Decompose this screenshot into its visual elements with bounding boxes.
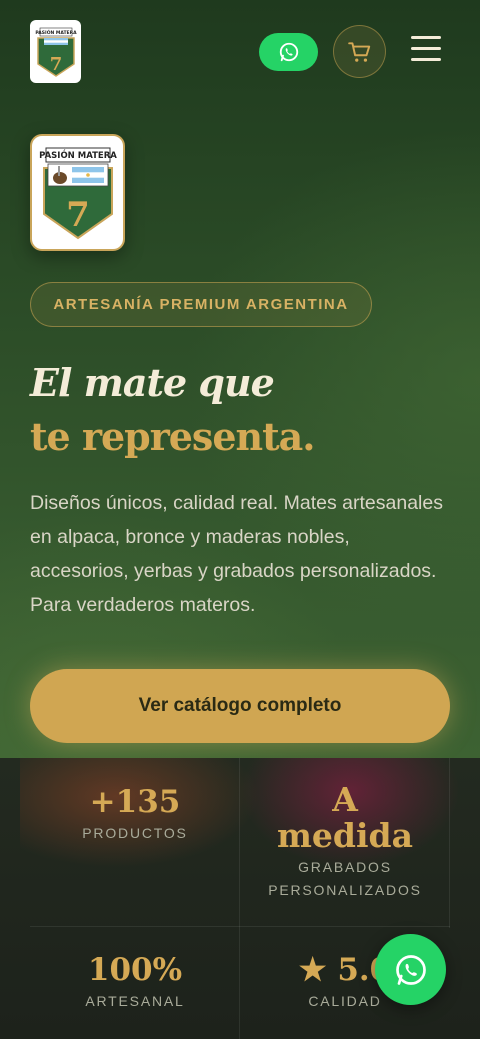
hero-section: PASIÓN MATERA 7 PASIÓN MATERA 7 ARTESANÍ… <box>0 0 480 760</box>
menu-button[interactable] <box>408 36 444 66</box>
stat-custom-value-line-2: medida <box>277 816 413 855</box>
cart-button[interactable] <box>333 25 386 78</box>
hero-description: Diseños únicos, calidad real. Mates arte… <box>30 492 443 616</box>
menu-icon <box>411 36 441 39</box>
divider <box>30 926 450 927</box>
svg-text:7: 7 <box>66 195 90 235</box>
svg-text:7: 7 <box>49 54 62 75</box>
whatsapp-floating-button[interactable] <box>375 934 446 1005</box>
headline-line-2: te representa. <box>30 414 316 459</box>
stat-custom-label-line-1: GRABADOS <box>298 859 392 875</box>
premium-badge: ARTESANÍA PREMIUM ARGENTINA <box>30 282 372 327</box>
logo-large: PASIÓN MATERA 7 <box>30 134 125 251</box>
svg-text:PASIÓN MATERA: PASIÓN MATERA <box>35 29 77 36</box>
stat-products-value: +135 <box>89 784 181 820</box>
headline-line-1: El mate que <box>30 360 275 405</box>
stat-handmade-label: ARTESANAL <box>85 993 185 1009</box>
cart-icon <box>347 41 370 62</box>
top-bar: PASIÓN MATERA 7 <box>0 0 480 104</box>
stat-custom-label-line-2: PERSONALIZADOS <box>268 882 422 898</box>
logo-badge-icon: PASIÓN MATERA 7 <box>35 27 77 77</box>
logo-badge-icon: PASIÓN MATERA 7 <box>39 147 117 239</box>
stat-custom-value-line-1: A <box>332 780 358 819</box>
svg-text:PASIÓN MATERA: PASIÓN MATERA <box>39 149 117 161</box>
stat-handmade-value: 100% <box>87 952 183 988</box>
whatsapp-header-button[interactable] <box>259 33 318 71</box>
catalog-button[interactable]: Ver catálogo completo <box>30 669 450 743</box>
stat-products-label: PRODUCTOS <box>82 825 188 841</box>
whatsapp-icon <box>279 42 298 62</box>
logo-small[interactable]: PASIÓN MATERA 7 <box>30 20 81 83</box>
whatsapp-icon <box>395 954 426 985</box>
